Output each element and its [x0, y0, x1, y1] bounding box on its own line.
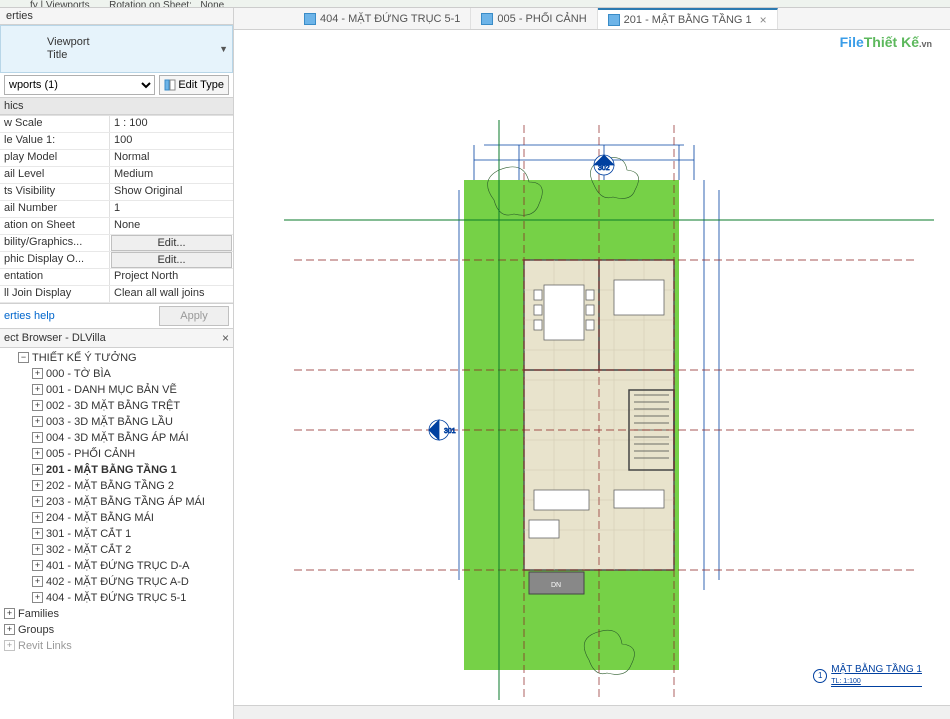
view-tab[interactable]: 005 - PHỐI CẢNH	[471, 8, 597, 29]
property-row[interactable]: ll Join DisplayClean all wall joins	[0, 286, 233, 303]
tree-node[interactable]: −THIẾT KẾ Ý TƯỞNG	[0, 350, 233, 366]
property-value[interactable]: Show Original	[110, 184, 233, 200]
tree-revit-links[interactable]: +Revit Links	[0, 638, 233, 654]
instance-filter[interactable]: wports (1)	[4, 75, 155, 95]
sheet-icon	[304, 13, 316, 25]
tree-sheet[interactable]: +202 - MẶT BẰNG TẦNG 2	[0, 478, 233, 494]
tree-sheet[interactable]: +404 - MẶT ĐỨNG TRỤC 5-1	[0, 590, 233, 606]
canvas-area: 404 - MẶT ĐỨNG TRỤC 5-1005 - PHỐI CẢNH20…	[234, 8, 950, 719]
close-tab-icon[interactable]: ×	[760, 13, 767, 27]
category-graphics[interactable]: hics	[0, 98, 233, 115]
view-tab[interactable]: 201 - MẬT BẰNG TẦNG 1×	[598, 8, 778, 29]
expand-icon[interactable]: +	[32, 512, 43, 523]
property-edit-button[interactable]: Edit...	[111, 235, 232, 251]
properties-header: erties	[0, 8, 233, 25]
property-value[interactable]: Clean all wall joins	[110, 286, 233, 302]
floor-plan-drawing: DN	[234, 30, 950, 705]
tree-sheet[interactable]: +402 - MẶT ĐỨNG TRỤC A-D	[0, 574, 233, 590]
chevron-down-icon: ▼	[219, 43, 228, 56]
tree-sheet[interactable]: +201 - MẬT BẰNG TẦNG 1	[0, 462, 233, 478]
close-icon[interactable]: ×	[222, 331, 229, 345]
expand-icon[interactable]: +	[32, 544, 43, 555]
expand-icon[interactable]: +	[32, 448, 43, 459]
expand-icon[interactable]: +	[32, 432, 43, 443]
property-row[interactable]: play ModelNormal	[0, 150, 233, 167]
property-value[interactable]: None	[110, 218, 233, 234]
property-row[interactable]: w Scale1 : 100	[0, 116, 233, 133]
expand-icon[interactable]: +	[32, 400, 43, 411]
property-label: ts Visibility	[0, 184, 110, 200]
tree-sheet[interactable]: +301 - MẶT CẮT 1	[0, 526, 233, 542]
edit-type-icon: 1234DCBA	[164, 79, 176, 91]
property-value[interactable]: Normal	[110, 150, 233, 166]
tree-groups[interactable]: +Groups	[0, 622, 233, 638]
expand-icon[interactable]: +	[32, 384, 43, 395]
tree-families[interactable]: +Families	[0, 606, 233, 622]
svg-text:DN: DN	[551, 582, 561, 589]
property-row[interactable]: ts VisibilityShow Original	[0, 184, 233, 201]
properties-help-link[interactable]: erties help	[4, 310, 55, 322]
property-row[interactable]: phic Display O...Edit...	[0, 252, 233, 269]
expand-icon[interactable]: +	[32, 368, 43, 379]
status-bar	[234, 705, 950, 719]
property-edit-button[interactable]: Edit...	[111, 252, 232, 268]
tree-sheet[interactable]: +401 - MẶT ĐỨNG TRỤC D-A	[0, 558, 233, 574]
expand-icon[interactable]: +	[32, 592, 43, 603]
property-label: entation	[0, 269, 110, 285]
sheet-icon	[608, 14, 620, 26]
expand-icon[interactable]: +	[32, 480, 43, 491]
property-value[interactable]: 100	[110, 133, 233, 149]
tree-sheet[interactable]: +004 - 3D MẶT BẰNG ÁP MÁI	[0, 430, 233, 446]
tree-sheet[interactable]: +000 - TỜ BÌA	[0, 366, 233, 382]
svg-text:301: 301	[444, 428, 456, 435]
edit-type-button[interactable]: 1234DCBA Edit Type	[159, 75, 229, 95]
property-row[interactable]: ail LevelMedium	[0, 167, 233, 184]
tree-sheet[interactable]: +001 - DANH MỤC BẢN VẼ	[0, 382, 233, 398]
tree-sheet[interactable]: +003 - 3D MẶT BẰNG LẦU	[0, 414, 233, 430]
project-browser-header: ect Browser - DLVilla ×	[0, 328, 233, 348]
property-value[interactable]: Project North	[110, 269, 233, 285]
expand-icon[interactable]: +	[32, 496, 43, 507]
property-label: le Value 1:	[0, 133, 110, 149]
property-label: ation on Sheet	[0, 218, 110, 234]
property-row[interactable]: ail Number1	[0, 201, 233, 218]
property-label: ail Number	[0, 201, 110, 217]
property-row[interactable]: le Value 1:100	[0, 133, 233, 150]
sheet-icon	[481, 13, 493, 25]
property-value[interactable]: Medium	[110, 167, 233, 183]
expand-icon[interactable]: +	[32, 416, 43, 427]
property-label: play Model	[0, 150, 110, 166]
apply-button[interactable]: Apply	[159, 306, 229, 326]
expand-icon[interactable]: +	[32, 464, 43, 475]
view-title: 1 MẬT BẰNG TẦNG 1 TL: 1:100	[813, 664, 922, 687]
expand-icon[interactable]: +	[32, 560, 43, 571]
expand-icon[interactable]: +	[32, 576, 43, 587]
type-selector[interactable]: ViewportTitle ▼	[0, 25, 233, 73]
property-label: ll Join Display	[0, 286, 110, 302]
property-label: ail Level	[0, 167, 110, 183]
view-tabs: 404 - MẶT ĐỨNG TRỤC 5-1005 - PHỐI CẢNH20…	[234, 8, 950, 30]
svg-text:302: 302	[598, 165, 610, 172]
property-value[interactable]: 1	[110, 201, 233, 217]
property-row[interactable]: ation on SheetNone	[0, 218, 233, 235]
ribbon-fragment: fy | Viewports Rotation on Sheet: None	[0, 0, 950, 8]
watermark-logo: FileThiết Kế.vn	[840, 34, 932, 50]
project-browser-tree[interactable]: −THIẾT KẾ Ý TƯỞNG +000 - TỜ BÌA+001 - DA…	[0, 348, 233, 719]
property-label: w Scale	[0, 116, 110, 132]
expand-icon[interactable]: +	[32, 528, 43, 539]
tree-sheet[interactable]: +203 - MẶT BẰNG TẦNG ÁP MÁI	[0, 494, 233, 510]
property-label: phic Display O...	[0, 252, 110, 268]
view-tab[interactable]: 404 - MẶT ĐỨNG TRỤC 5-1	[294, 8, 471, 29]
property-value[interactable]: 1 : 100	[110, 116, 233, 132]
tree-sheet[interactable]: +005 - PHỐI CẢNH	[0, 446, 233, 462]
tree-sheet[interactable]: +302 - MẶT CẮT 2	[0, 542, 233, 558]
property-row[interactable]: bility/Graphics...Edit...	[0, 235, 233, 252]
tree-sheet[interactable]: +002 - 3D MẶT BẰNG TRỆT	[0, 398, 233, 414]
property-label: bility/Graphics...	[0, 235, 110, 251]
drawing-canvas[interactable]: DN	[234, 30, 950, 705]
tree-sheet[interactable]: +204 - MẶT BẰNG MÁI	[0, 510, 233, 526]
left-panel: erties ViewportTitle ▼ wports (1) 1234DC…	[0, 8, 234, 719]
property-row[interactable]: entationProject North	[0, 269, 233, 286]
